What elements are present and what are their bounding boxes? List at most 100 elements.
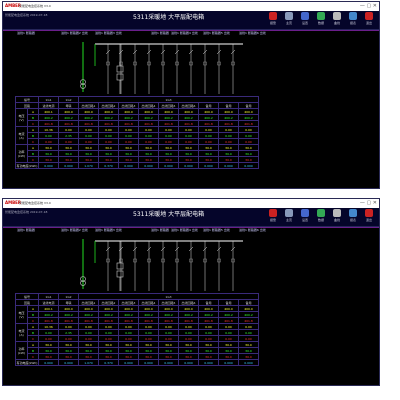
group-unit: (V) bbox=[19, 117, 24, 122]
settings-icon bbox=[301, 209, 309, 217]
header-info: 智能配电监控系统 2019-07-18 bbox=[5, 210, 48, 214]
breaker-box bbox=[116, 73, 124, 81]
breaker-box bbox=[116, 270, 124, 278]
curve-icon bbox=[333, 12, 341, 20]
data-icon bbox=[317, 12, 325, 20]
row-group-label: 电流 (A) bbox=[15, 126, 28, 145]
group-unit: (V) bbox=[19, 314, 24, 319]
breaker-label: 进线1 断路器 bbox=[151, 228, 169, 232]
table-cell: 0.000 bbox=[38, 162, 59, 169]
window-controls[interactable]: — ▢ ✕ bbox=[360, 200, 377, 206]
table-cell: 0.000 bbox=[198, 162, 219, 169]
breaker-label-row: 进线1 断路器 进线1 断路器2 出线 进线1 断路器3 出线 进线1 断路器 进线1 … bbox=[3, 31, 379, 37]
exit-icon bbox=[365, 12, 373, 20]
toolbar-button-curve[interactable]: 曲线 bbox=[329, 12, 345, 28]
table-cell: 0.000 bbox=[198, 359, 219, 366]
table-cell: 1.070 bbox=[78, 162, 99, 169]
toolbar-button-curve[interactable]: 曲线 bbox=[329, 209, 345, 225]
group-unit: (A) bbox=[19, 135, 24, 140]
toolbar-button-home[interactable]: 主页 bbox=[281, 12, 297, 28]
table-cell: 0.370 bbox=[98, 162, 119, 169]
breaker-label: 进线1 断路器 bbox=[151, 31, 169, 35]
breaker-label-row: 进线1 断路器 进线1 断路器2 出线 进线1 断路器3 出线 进线1 断路器 进线1 … bbox=[3, 228, 379, 234]
row-group-label: 电压 (V) bbox=[15, 108, 28, 127]
toolbar-button-report[interactable]: 报表 bbox=[345, 12, 361, 28]
table-cell: 0.000 bbox=[138, 162, 159, 169]
group-unit: (kW) bbox=[17, 350, 26, 355]
window-controls[interactable]: — ▢ ✕ bbox=[360, 3, 377, 9]
toolbar-button-label: 主页 bbox=[285, 218, 292, 222]
curve-icon bbox=[333, 209, 341, 217]
breaker-label: 进线1 断路器5 出线 bbox=[203, 228, 230, 232]
toolbar-button-label: 曲线 bbox=[333, 21, 340, 25]
header-info: 智能配电监控系统 2019-07-18 bbox=[5, 13, 48, 17]
toolbar-button-label: 报表 bbox=[349, 218, 356, 222]
toolbar-button-exit[interactable]: 退出 bbox=[361, 209, 377, 225]
report-icon bbox=[349, 12, 357, 20]
group-unit: (kW) bbox=[17, 153, 26, 158]
breaker-box bbox=[116, 262, 124, 270]
toolbar-button-home[interactable]: 主页 bbox=[281, 209, 297, 225]
toolbar-button-label: 数据 bbox=[317, 21, 324, 25]
page-title: 5311采暖地 大平层配电箱 bbox=[133, 14, 205, 21]
table-row: 有功电度(kWh) 0.000 0.000 1.070 0.370 0.000 0.000 0… bbox=[15, 162, 259, 169]
toolbar-button-label: 设置 bbox=[301, 218, 308, 222]
breaker-label: 进线1 断路器5 出线 bbox=[203, 31, 230, 35]
table-row: 有功电度(kWh) 0.000 0.000 1.070 0.370 0.000 0.000 0… bbox=[15, 359, 259, 366]
toolbar-button-settings[interactable]: 设置 bbox=[297, 209, 313, 225]
toolbar-button-data[interactable]: 数据 bbox=[313, 209, 329, 225]
toolbar-button-settings[interactable]: 设置 bbox=[297, 12, 313, 28]
exit-icon bbox=[365, 209, 373, 217]
window-title-bar: AMBER 智能配电监控系统 V3.0— ▢ ✕ bbox=[3, 2, 379, 11]
report-icon bbox=[349, 209, 357, 217]
breaker-label: 进线1 断路器2 出线 bbox=[61, 228, 88, 232]
window-title-bar: AMBER 智能配电监控系统 V3.0— ▢ ✕ bbox=[3, 199, 379, 208]
breaker-label: 进线1 断路器6 出线 bbox=[239, 31, 266, 35]
data-icon bbox=[317, 209, 325, 217]
toolbar-button-label: 报警 bbox=[269, 218, 276, 222]
breaker-label: 进线1 断路器3 出线 bbox=[95, 31, 122, 35]
scada-window-bottom: AMBER 智能配电监控系统 V3.0— ▢ ✕ 智能配电监控系统 2019-07-… bbox=[2, 198, 380, 386]
toolbar-button-data[interactable]: 数据 bbox=[313, 12, 329, 28]
table-cell: 0.000 bbox=[178, 359, 199, 366]
table-cell: 0.000 bbox=[118, 359, 139, 366]
group-unit: (A) bbox=[19, 332, 24, 337]
energy-label: 有功电度(kWh) bbox=[15, 359, 39, 366]
page-title: 5311采暖地 大平层配电箱 bbox=[133, 211, 205, 218]
table-cell: 0.000 bbox=[138, 359, 159, 366]
toolbar-button-exit[interactable]: 退出 bbox=[361, 12, 377, 28]
table-cell: 0.370 bbox=[98, 359, 119, 366]
row-group-label: 电压 (V) bbox=[15, 305, 28, 324]
toolbar-button-label: 报警 bbox=[269, 21, 276, 25]
breaker-label: 进线1 断路器4 出线 bbox=[171, 31, 198, 35]
scada-window-top: AMBER 智能配电监控系统 V3.0— ▢ ✕ 智能配电监控系统 2019-07-… bbox=[2, 1, 380, 189]
app-subtitle: 智能配电监控系统 V3.0 bbox=[19, 4, 51, 8]
toolbar: 智能配电监控系统 2019-07-18 5311采暖地 大平层配电箱报警 主页 设置 数… bbox=[3, 208, 379, 227]
energy-label: 有功电度(kWh) bbox=[15, 162, 39, 169]
single-line-diagram bbox=[80, 239, 243, 291]
single-line-diagram bbox=[80, 42, 243, 94]
alarm-icon bbox=[269, 209, 277, 217]
toolbar-button-label: 曲线 bbox=[333, 218, 340, 222]
toolbar-button-label: 数据 bbox=[317, 218, 324, 222]
toolbar-button-label: 主页 bbox=[285, 21, 292, 25]
table-cell: 1.070 bbox=[78, 359, 99, 366]
toolbar-button-label: 退出 bbox=[365, 21, 372, 25]
toolbar-button-report[interactable]: 报表 bbox=[345, 209, 361, 225]
toolbar-button-label: 退出 bbox=[365, 218, 372, 222]
toolbar-button-label: 报表 bbox=[349, 21, 356, 25]
table-cell: 0.000 bbox=[178, 162, 199, 169]
breaker-label: 进线1 断路器6 出线 bbox=[239, 228, 266, 232]
toolbar-button-alarm[interactable]: 报警 bbox=[265, 209, 281, 225]
breaker-label: 进线1 断路器 bbox=[17, 228, 35, 232]
toolbar: 智能配电监控系统 2019-07-18 5311采暖地 大平层配电箱报警 主页 设置 数… bbox=[3, 11, 379, 30]
measurement-table: 编号 1G1 1G2 1G3 回路 进线电源 母联 出线回路1 出线回路2 出线回路3 出线回路4 出… bbox=[15, 293, 259, 366]
toolbar-button-alarm[interactable]: 报警 bbox=[265, 12, 281, 28]
home-icon bbox=[285, 209, 293, 217]
breaker-box bbox=[116, 65, 124, 73]
breaker-label: 进线1 断路器2 出线 bbox=[61, 31, 88, 35]
table-cell: 0.000 bbox=[158, 162, 179, 169]
row-group-label: 功率 (kW) bbox=[15, 144, 28, 163]
breaker-label: 进线1 断路器 bbox=[17, 31, 35, 35]
home-icon bbox=[285, 12, 293, 20]
